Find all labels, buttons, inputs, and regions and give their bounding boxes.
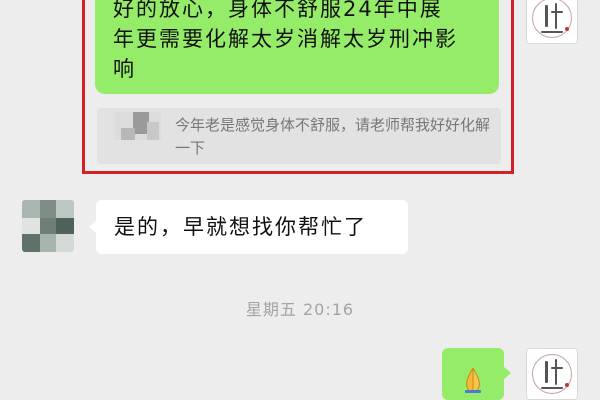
chat-screen: ​ 好的放心，身体不舒服24年中展 年更需要化解太岁消解太岁刑冲影 响 今年老是…	[0, 0, 600, 400]
watermark: ​	[435, 209, 445, 222]
chat-timestamp: 星期五 20:16	[245, 300, 355, 319]
peer-avatar-blurred[interactable]	[22, 200, 74, 252]
self-avatar[interactable]	[526, 0, 578, 44]
red-highlight-frame	[82, 0, 514, 174]
praying-hands-icon	[465, 367, 481, 393]
incoming-message-text: 是的，早就想找你帮忙了	[114, 215, 367, 239]
incoming-message-bubble[interactable]: 是的，早就想找你帮忙了	[89, 200, 408, 254]
self-avatar[interactable]	[526, 348, 578, 400]
outgoing-emoji-bubble[interactable]	[442, 348, 511, 400]
